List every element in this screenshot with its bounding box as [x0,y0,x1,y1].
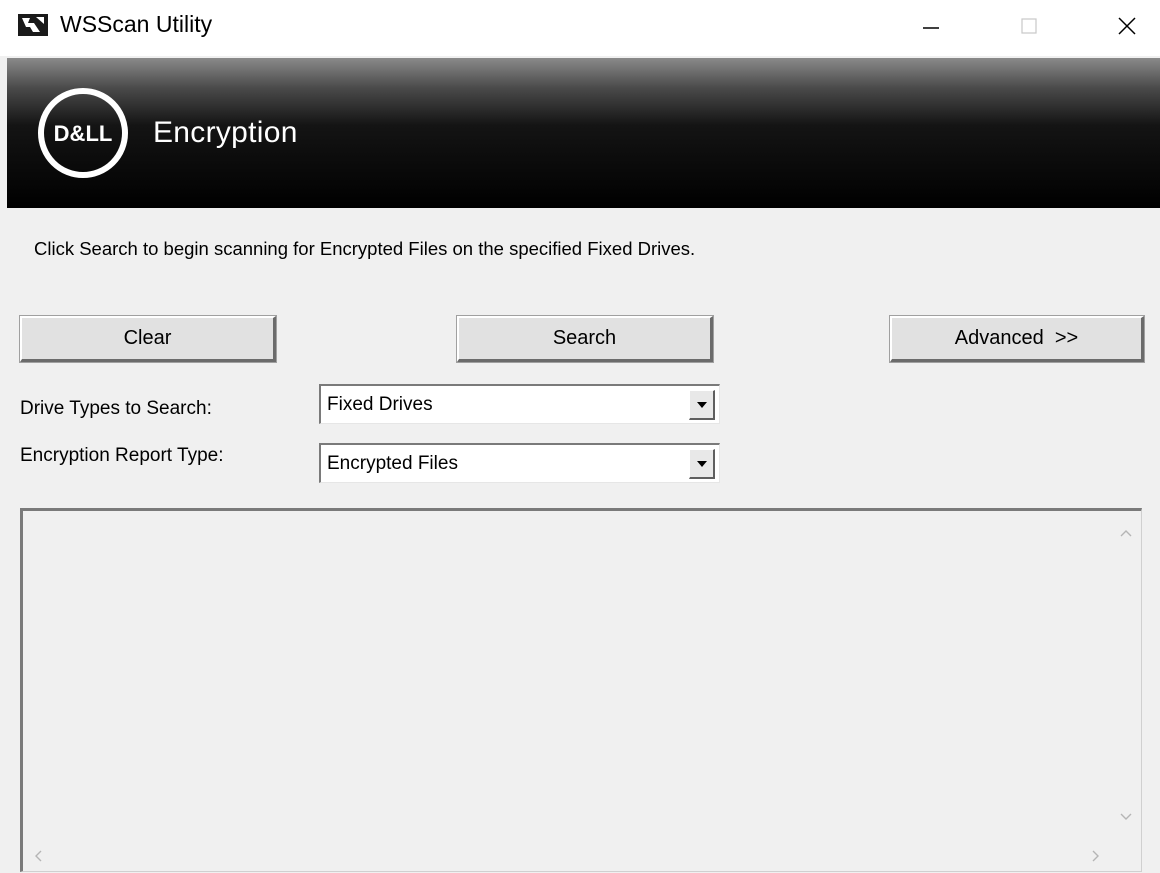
results-textarea[interactable] [20,508,1142,872]
scroll-left-icon[interactable] [33,849,43,866]
drive-types-value: Fixed Drives [327,394,433,415]
scroll-right-icon[interactable] [1091,849,1101,866]
dell-logo: D&LL [35,85,131,181]
report-type-value: Encrypted Files [327,453,458,474]
scroll-down-icon[interactable] [1119,811,1133,825]
minimize-icon [921,16,941,41]
search-button[interactable]: Search [456,315,714,363]
dell-logo-text: D&LL [54,121,113,146]
chevron-down-icon [696,401,707,408]
close-button[interactable] [1092,0,1160,56]
title-bar[interactable]: WSScan Utility [0,0,1160,56]
advanced-button[interactable]: Advanced >> [889,315,1145,363]
drive-types-label: Drive Types to Search: [20,398,212,419]
close-icon [1116,15,1138,42]
scrollbar-corner [1111,841,1141,871]
window-title: WSScan Utility [60,11,213,37]
banner-title: Encryption [153,116,298,149]
report-type-select[interactable]: Encrypted Files [319,443,720,483]
minimize-button[interactable] [896,0,966,56]
maximize-button[interactable] [994,0,1064,56]
header-banner: D&LL Encryption [7,58,1160,208]
wsscan-window: WSScan Utility D&LL Encryption Click Sea… [0,0,1160,873]
instruction-text: Click Search to begin scanning for Encry… [34,238,696,259]
scroll-up-icon[interactable] [1119,527,1133,541]
report-type-dropdown-button[interactable] [689,449,715,479]
drive-types-select[interactable]: Fixed Drives [319,384,720,424]
horizontal-scrollbar[interactable] [23,841,1111,871]
wsscan-app-icon [18,12,48,38]
vertical-scrollbar[interactable] [1111,511,1141,846]
maximize-icon [1019,16,1039,41]
drive-types-dropdown-button[interactable] [689,390,715,420]
report-type-label: Encryption Report Type: [20,445,224,466]
clear-button[interactable]: Clear [19,315,277,363]
chevron-down-icon [696,460,707,467]
